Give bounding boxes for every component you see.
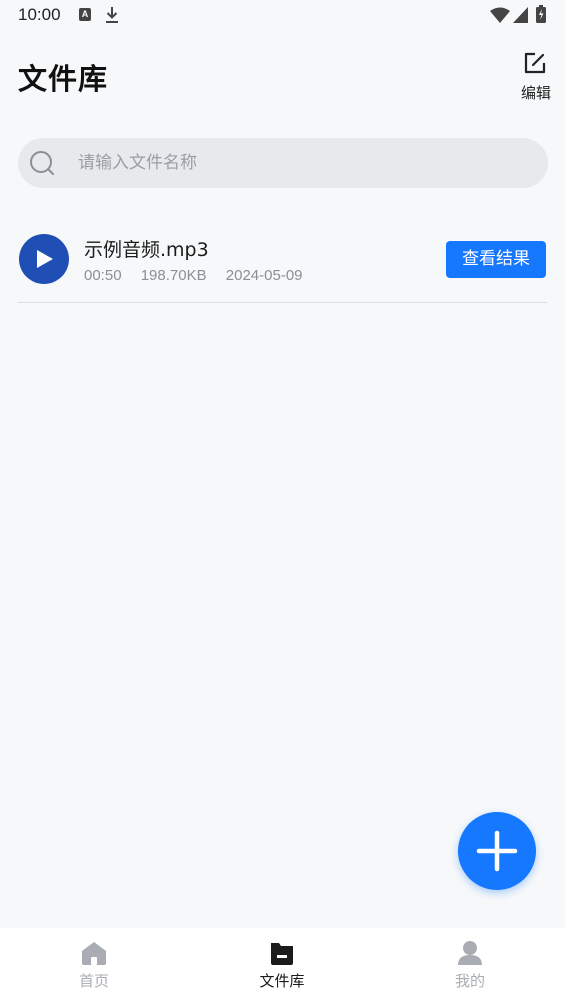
search-bar bbox=[18, 138, 548, 188]
wifi-icon bbox=[490, 7, 510, 23]
status-bar: 10:00 A bbox=[0, 0, 565, 30]
status-time: 10:00 bbox=[18, 5, 61, 24]
view-result-button[interactable]: 查看结果 bbox=[446, 241, 546, 278]
file-meta: 00:50 198.70KB 2024-05-09 bbox=[84, 267, 318, 284]
add-file-button[interactable] bbox=[458, 812, 536, 890]
folder-icon bbox=[271, 943, 293, 965]
nav-label-library: 文件库 bbox=[259, 972, 305, 990]
plus-icon bbox=[476, 830, 518, 872]
nav-label-home: 首页 bbox=[78, 972, 109, 990]
page-title: 文件库 bbox=[18, 62, 109, 96]
edit-icon bbox=[524, 52, 546, 74]
search-icon bbox=[30, 151, 54, 175]
play-icon bbox=[37, 250, 53, 268]
edit-button[interactable]: 编辑 bbox=[516, 50, 556, 104]
download-icon bbox=[106, 7, 118, 23]
user-icon bbox=[458, 941, 482, 965]
file-library-screen: 10:00 A 文件库 编辑 请输入文件名称 示例音频.mp3 00:50 19… bbox=[0, 0, 565, 1004]
play-button[interactable] bbox=[19, 234, 69, 284]
a-icon: A bbox=[79, 8, 91, 21]
file-duration: 00:50 bbox=[84, 267, 122, 284]
bottom-nav: 首页 文件库 我的 bbox=[0, 928, 565, 1004]
list-item[interactable]: 示例音频.mp3 00:50 198.70KB 2024-05-09 查看结果 bbox=[18, 222, 547, 303]
signal-icon bbox=[513, 7, 528, 23]
file-date: 2024-05-09 bbox=[225, 267, 303, 284]
home-icon bbox=[82, 942, 106, 965]
edit-label: 编辑 bbox=[521, 84, 552, 102]
nav-item-library[interactable]: 文件库 bbox=[188, 928, 376, 1004]
nav-item-home[interactable]: 首页 bbox=[0, 928, 188, 1004]
nav-item-mine[interactable]: 我的 bbox=[376, 928, 564, 1004]
nav-label-mine: 我的 bbox=[454, 972, 485, 990]
search-input[interactable] bbox=[78, 138, 528, 188]
file-size: 198.70KB bbox=[140, 267, 207, 284]
file-name: 示例音频.mp3 bbox=[84, 239, 209, 261]
battery-icon bbox=[536, 5, 546, 23]
